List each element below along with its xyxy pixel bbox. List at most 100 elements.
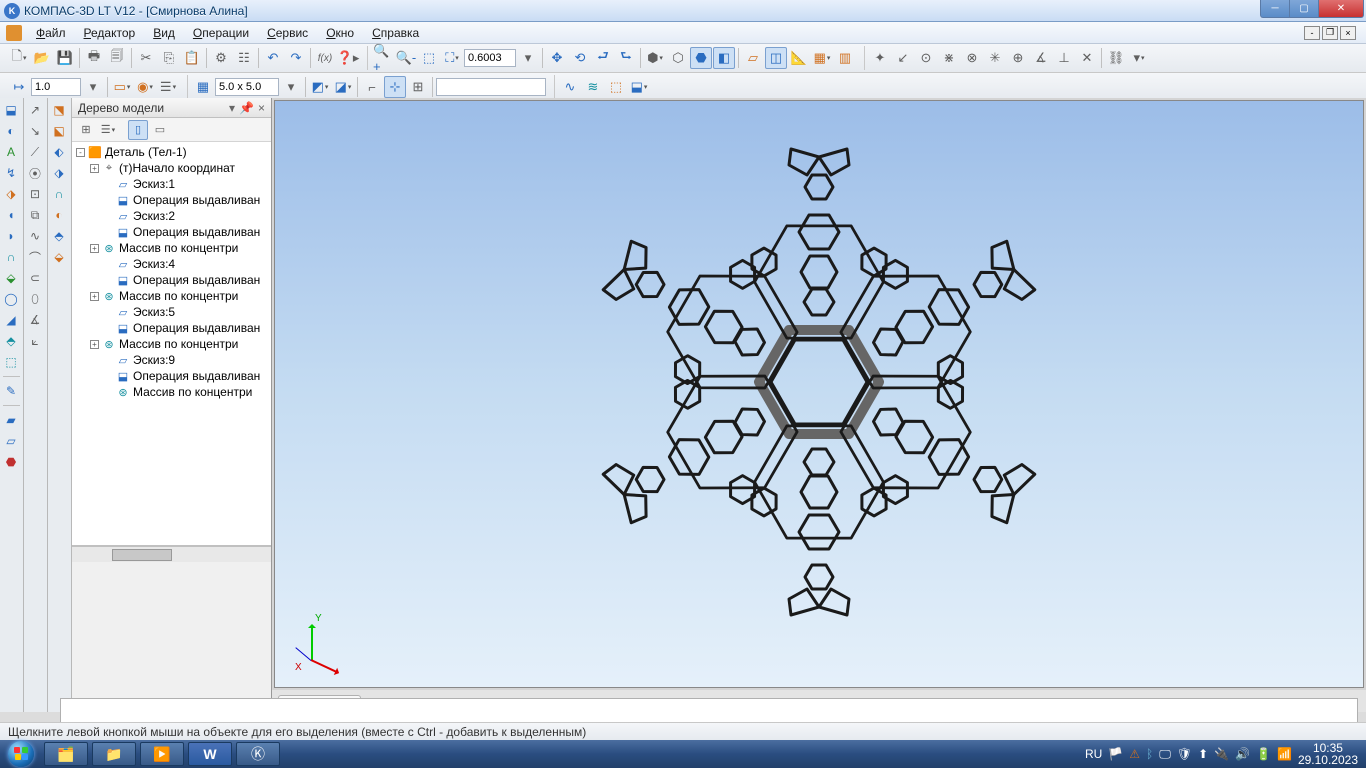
- snap10-button[interactable]: ✕: [1076, 47, 1098, 69]
- tree-item[interactable]: +⌖(т)Начало координат: [72, 160, 271, 176]
- tree-tb1[interactable]: ⊞: [76, 120, 96, 140]
- vt2-12[interactable]: ⟀: [25, 331, 45, 351]
- grid-input[interactable]: [215, 78, 279, 96]
- vt1-chamfer-icon[interactable]: ◗: [1, 226, 21, 246]
- vt3-5[interactable]: ∩: [49, 184, 69, 204]
- vt2-7[interactable]: ∿: [25, 226, 45, 246]
- zoom-value-input[interactable]: [464, 49, 516, 67]
- orbit-button[interactable]: ⟲: [569, 47, 591, 69]
- snap3-button[interactable]: ⊙: [915, 47, 937, 69]
- step-input[interactable]: [31, 78, 81, 96]
- tray-flag-icon[interactable]: 🏳️: [1108, 747, 1123, 761]
- tree-root-expander[interactable]: -: [76, 148, 85, 157]
- tree-item[interactable]: ⬓Операция выдавливан: [72, 272, 271, 288]
- grid-icon[interactable]: ▦: [192, 76, 214, 98]
- tree-item[interactable]: ▱Эскиз:9: [72, 352, 271, 368]
- tree-item[interactable]: ⬓Операция выдавливан: [72, 224, 271, 240]
- tree-expander[interactable]: +: [90, 292, 99, 301]
- open-button[interactable]: 📂: [31, 47, 53, 69]
- vt2-11[interactable]: ∡: [25, 310, 45, 330]
- tree-hscroll[interactable]: [72, 546, 271, 562]
- vt2-1[interactable]: ↗: [25, 100, 45, 120]
- render2-button[interactable]: ▥: [834, 47, 856, 69]
- plane1-button[interactable]: ◩: [309, 76, 331, 98]
- vt1-shell-icon[interactable]: ∩: [1, 247, 21, 267]
- tb2-b[interactable]: ◉: [134, 76, 156, 98]
- mdi-close-button[interactable]: ×: [1340, 26, 1356, 40]
- tree-item[interactable]: ⬓Операция выдавливан: [72, 192, 271, 208]
- vt2-10[interactable]: ⬯: [25, 289, 45, 309]
- ortho-button[interactable]: ⌐: [361, 76, 383, 98]
- coord-input[interactable]: [436, 78, 546, 96]
- snap9-button[interactable]: ⊥: [1053, 47, 1075, 69]
- vt3-3[interactable]: ⬖: [49, 142, 69, 162]
- grid-drop[interactable]: ▾: [280, 76, 302, 98]
- tree-item[interactable]: ▱Эскиз:5: [72, 304, 271, 320]
- tree-tb2[interactable]: ☰: [98, 120, 118, 140]
- copy-button[interactable]: ⎘: [158, 47, 180, 69]
- curve1-button[interactable]: ∿: [559, 76, 581, 98]
- mdi-minimize-button[interactable]: -: [1304, 26, 1320, 40]
- snap4-button[interactable]: ⋇: [938, 47, 960, 69]
- tree-expander[interactable]: +: [90, 340, 99, 349]
- tree-item[interactable]: ⬓Операция выдавливан: [72, 320, 271, 336]
- tree-pin-icon[interactable]: ▾: [229, 101, 235, 115]
- vt3-7[interactable]: ⬘: [49, 226, 69, 246]
- menu-edit[interactable]: Редактор: [76, 24, 144, 42]
- vt1-surf2-icon[interactable]: ▱: [1, 431, 21, 451]
- section-button[interactable]: ◫: [765, 47, 787, 69]
- vt2-5[interactable]: ⊡: [25, 184, 45, 204]
- vt1-hole-icon[interactable]: ◯: [1, 289, 21, 309]
- vt1-letter-icon[interactable]: A: [1, 142, 21, 162]
- tray-battery-icon[interactable]: 🔋: [1256, 747, 1271, 761]
- vt1-thread-icon[interactable]: ⬘: [1, 331, 21, 351]
- vt1-cut-icon[interactable]: ⬗: [1, 184, 21, 204]
- vt1-draft-icon[interactable]: ◢: [1, 310, 21, 330]
- step-button[interactable]: ↦: [8, 76, 30, 98]
- vt1-revolve-icon[interactable]: ◐: [1, 121, 21, 141]
- tray-clock[interactable]: 10:35 29.10.2023: [1298, 742, 1358, 766]
- vt1-surf1-icon[interactable]: ▰: [1, 410, 21, 430]
- tray-av2-icon[interactable]: ⬆: [1198, 747, 1208, 761]
- start-button[interactable]: [0, 740, 42, 768]
- tree-item[interactable]: +⊛Массив по концентри: [72, 336, 271, 352]
- taskbar-kompas[interactable]: Ⓚ: [236, 742, 280, 766]
- menu-file[interactable]: Файл: [28, 24, 74, 42]
- undo-button[interactable]: ↶: [262, 47, 284, 69]
- vt1-extrude-icon[interactable]: ⬓: [1, 100, 21, 120]
- taskbar-media[interactable]: ▶️: [140, 742, 184, 766]
- redo-button[interactable]: ↷: [285, 47, 307, 69]
- zoom-fit-button[interactable]: ⛶: [441, 47, 463, 69]
- tree-item[interactable]: ▱Эскиз:4: [72, 256, 271, 272]
- preview-button[interactable]: 🗐: [106, 47, 128, 69]
- plane2-button[interactable]: ◪: [332, 76, 354, 98]
- view-wire-button[interactable]: ⬡: [667, 47, 689, 69]
- model-tree[interactable]: -🟧Деталь (Тел-1) +⌖(т)Начало координат▱Э…: [72, 142, 271, 546]
- zoom-out-button[interactable]: 🔍-: [395, 47, 417, 69]
- curve4-button[interactable]: ⬓: [628, 76, 650, 98]
- zoom-in-button[interactable]: 🔍+: [372, 47, 394, 69]
- vt2-2[interactable]: ↘: [25, 121, 45, 141]
- menu-help[interactable]: Справка: [364, 24, 427, 42]
- vt1-rib-icon[interactable]: ⬙: [1, 268, 21, 288]
- save-button[interactable]: 💾: [54, 47, 76, 69]
- mdi-restore-button[interactable]: ❐: [1322, 26, 1338, 40]
- taskbar-explorer1[interactable]: 🗂️: [44, 742, 88, 766]
- tree-close-icon[interactable]: ×: [258, 101, 265, 115]
- vt2-8[interactable]: ⌒: [25, 247, 45, 267]
- paste-button[interactable]: 📋: [181, 47, 203, 69]
- menu-service[interactable]: Сервис: [259, 24, 316, 42]
- props2-button[interactable]: ☷: [233, 47, 255, 69]
- snap-toggle-button[interactable]: ⛓: [1105, 47, 1127, 69]
- vt1-line-icon[interactable]: ↯: [1, 163, 21, 183]
- cut-button[interactable]: ✂: [135, 47, 157, 69]
- vt1-pattern-icon[interactable]: ⬚: [1, 352, 21, 372]
- polar-button[interactable]: ⊹: [384, 76, 406, 98]
- vt2-6[interactable]: ⧉: [25, 205, 45, 225]
- tray-shield-icon[interactable]: ⚠: [1129, 747, 1140, 761]
- minimize-button[interactable]: ─: [1260, 0, 1290, 18]
- tree-item[interactable]: +⊛Массив по концентри: [72, 240, 271, 256]
- vt1-sketch-icon[interactable]: ✎: [1, 381, 21, 401]
- render-button[interactable]: ▦: [811, 47, 833, 69]
- tree-tb4[interactable]: ▭: [150, 120, 170, 140]
